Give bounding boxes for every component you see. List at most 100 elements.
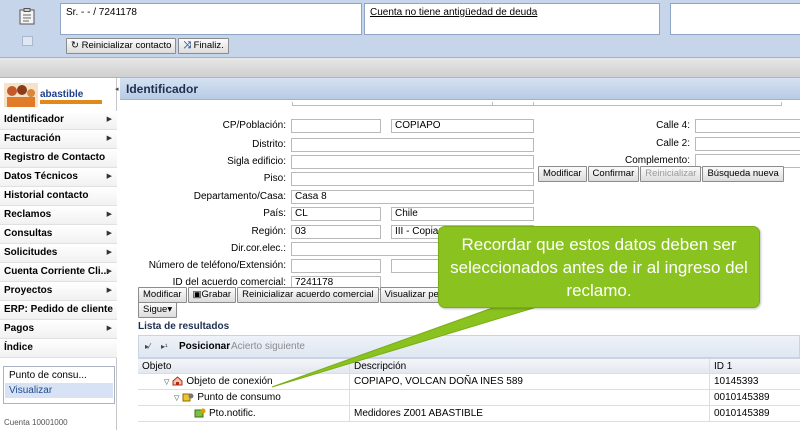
more-button[interactable]: Sigue▾ bbox=[138, 302, 178, 318]
visualize-link[interactable]: Visualizar bbox=[5, 383, 113, 398]
refresh-icon: ↻ bbox=[71, 40, 82, 51]
nav-item-label: Solicitudes bbox=[4, 247, 58, 258]
family-logo-icon bbox=[4, 83, 38, 107]
new-search-button[interactable]: Búsqueda nueva bbox=[702, 166, 784, 182]
checkbox-icon[interactable] bbox=[22, 36, 33, 46]
notification-point-icon bbox=[194, 408, 206, 422]
header-empty-box bbox=[670, 3, 800, 35]
nav-item[interactable]: Proyectos ▶ bbox=[0, 282, 117, 301]
clipboard-icon[interactable] bbox=[19, 8, 35, 25]
modify-address-button[interactable]: Modificar bbox=[538, 166, 587, 182]
expand-all-icon[interactable]: ▸¹ bbox=[161, 342, 168, 351]
table-row[interactable]: ▽ Objeto de conexión COPIAPO, VOLCAN DOÑA… bbox=[138, 374, 800, 390]
distrito-label: Distrito: bbox=[252, 139, 286, 150]
scrolled-field-edge-right bbox=[492, 102, 782, 106]
confirm-button[interactable]: Confirmar bbox=[587, 166, 640, 182]
submenu-arrow-icon: ▶ bbox=[106, 268, 112, 275]
consumption-point-title: Punto de consu... bbox=[9, 370, 87, 381]
city-input[interactable]: COPIAPO bbox=[391, 119, 534, 133]
row-descripcion-cell: Medidores Z001 ABASTIBLE bbox=[350, 406, 710, 422]
sigla-input[interactable] bbox=[291, 155, 534, 169]
submenu-arrow-icon: ▶ bbox=[106, 230, 112, 237]
col-descripcion-header[interactable]: Descripción bbox=[350, 359, 710, 375]
nav-item[interactable]: Datos Técnicos ▶ bbox=[0, 168, 117, 187]
row-objeto-cell: Pto.notific. bbox=[138, 406, 350, 422]
callout-note: Recordar que estos datos deben ser selec… bbox=[438, 226, 760, 308]
row-objeto-cell: ▽ Punto de consumo bbox=[138, 390, 350, 406]
calle2-label: Calle 2: bbox=[656, 138, 690, 149]
nav-item[interactable]: Facturación ▶ bbox=[0, 130, 117, 149]
calle2-input[interactable] bbox=[695, 137, 800, 151]
nav-item[interactable]: Consultas ▶ bbox=[0, 225, 117, 244]
nav-item-label: Datos Técnicos bbox=[4, 171, 78, 182]
submenu-arrow-icon: ▶ bbox=[106, 135, 112, 142]
depto-label: Departamento/Casa: bbox=[193, 191, 286, 202]
reset-contact-button[interactable]: ↻ Reinicializar contacto bbox=[66, 38, 177, 54]
reset-agreement-button[interactable]: Reinicializar acuerdo comercial bbox=[237, 287, 379, 303]
nav-item[interactable]: Registro de Contacto bbox=[0, 149, 117, 168]
position-button[interactable]: Posicionar bbox=[179, 341, 230, 352]
collapse-all-icon[interactable]: ▸⁄ bbox=[145, 342, 150, 351]
email-label: Dir.cor.elec.: bbox=[230, 243, 286, 254]
next-match-button[interactable]: Acierto siguiente bbox=[231, 341, 305, 352]
submenu-arrow-icon: ▶ bbox=[106, 287, 112, 294]
nav-item[interactable]: Reclamos ▶ bbox=[0, 206, 117, 225]
toolbar-separator bbox=[0, 58, 800, 78]
left-navigation: abastible Identificador ▶ Facturación ▶ Regi… bbox=[0, 78, 117, 430]
form-actions: Modificar ▣Grabar Reinicializar acuerdo co… bbox=[138, 287, 453, 303]
tel-label: Número de teléfono/Extensión: bbox=[148, 260, 286, 271]
nav-item[interactable]: ERP: Pedido de cliente bbox=[0, 301, 117, 320]
col-objeto-header[interactable]: Objeto bbox=[138, 359, 350, 375]
row-objeto-text: Pto.notific. bbox=[209, 408, 256, 419]
nav-item-label: Pagos bbox=[4, 323, 35, 334]
nav-item[interactable]: Historial contacto bbox=[0, 187, 117, 206]
row-objeto-text: Punto de consumo bbox=[197, 392, 281, 403]
submenu-arrow-icon: ▶ bbox=[106, 249, 112, 256]
collapse-nav-icon[interactable]: ◂ bbox=[115, 85, 119, 93]
pais-name-input[interactable]: Chile bbox=[391, 207, 534, 221]
results-title: Lista de resultados bbox=[138, 321, 230, 332]
nav-item-label: Consultas bbox=[4, 228, 53, 239]
nav-item[interactable]: Cuenta Corriente Cli... ▶ bbox=[0, 263, 117, 282]
header-bar: Sr. - - / 7241178 Cuenta no tiene antigü… bbox=[0, 0, 800, 58]
save-button[interactable]: ▣Grabar bbox=[187, 287, 237, 303]
reset-button[interactable]: Reinicializar bbox=[640, 166, 702, 182]
header-buttons: ↻ Reinicializar contacto ⤨ Finaliz. bbox=[66, 38, 231, 54]
region-code-input[interactable]: 03 bbox=[291, 225, 381, 239]
table-row[interactable]: Pto.notific. Medidores Z001 ABASTIBLE 00… bbox=[138, 406, 800, 422]
results-toolbar: ▸⁄ ▸¹ Posicionar Acierto siguiente bbox=[138, 335, 800, 358]
submenu-arrow-icon: ▶ bbox=[106, 211, 112, 218]
debt-info-link[interactable]: Cuenta no tiene antigüedad de deuda bbox=[370, 7, 537, 18]
debt-info-box: Cuenta no tiene antigüedad de deuda bbox=[364, 3, 660, 35]
nav-item-label: Historial contacto bbox=[4, 190, 89, 201]
depto-input[interactable]: Casa 8 bbox=[291, 190, 534, 204]
finalize-label: Finaliz. bbox=[193, 40, 224, 51]
expand-triangle-icon[interactable]: ▽ bbox=[164, 375, 169, 390]
save-icon: ▣ bbox=[192, 289, 202, 300]
calle4-label: Calle 4: bbox=[656, 120, 690, 131]
address-actions: Modificar Confirmar Reinicializar Búsqueda … bbox=[538, 166, 785, 182]
nav-item[interactable]: Solicitudes ▶ bbox=[0, 244, 117, 263]
row-objeto-cell: ▽ Objeto de conexión bbox=[138, 374, 350, 390]
nav-item[interactable]: Pagos ▶ bbox=[0, 320, 117, 339]
nav-item[interactable]: Identificador ▶ bbox=[0, 111, 117, 130]
sigla-label: Sigla edificio: bbox=[227, 156, 286, 167]
table-row[interactable]: ▽ Punto de consumo 0010145389 bbox=[138, 390, 800, 406]
row-id-cell: 0010145389 bbox=[714, 408, 770, 419]
finalize-icon: ⤨ bbox=[183, 40, 194, 51]
logo-underline bbox=[40, 100, 102, 104]
submenu-arrow-icon: ▶ bbox=[106, 325, 112, 332]
pais-code-input[interactable]: CL bbox=[291, 207, 381, 221]
cp-input[interactable] bbox=[291, 119, 381, 133]
piso-input[interactable] bbox=[291, 172, 534, 186]
col-id-header[interactable]: ID 1 bbox=[710, 359, 800, 375]
distrito-input[interactable] bbox=[291, 138, 534, 152]
expand-triangle-icon[interactable]: ▽ bbox=[174, 391, 179, 406]
modify-button[interactable]: Modificar bbox=[138, 287, 187, 303]
finalize-button[interactable]: ⤨ Finaliz. bbox=[178, 38, 229, 54]
calle4-input[interactable] bbox=[695, 119, 800, 133]
nav-item-label: Identificador bbox=[4, 114, 65, 125]
tel-input[interactable] bbox=[291, 259, 381, 273]
table-header: Objeto Descripción ID 1 bbox=[138, 358, 800, 375]
nav-item[interactable]: Índice bbox=[0, 339, 117, 358]
